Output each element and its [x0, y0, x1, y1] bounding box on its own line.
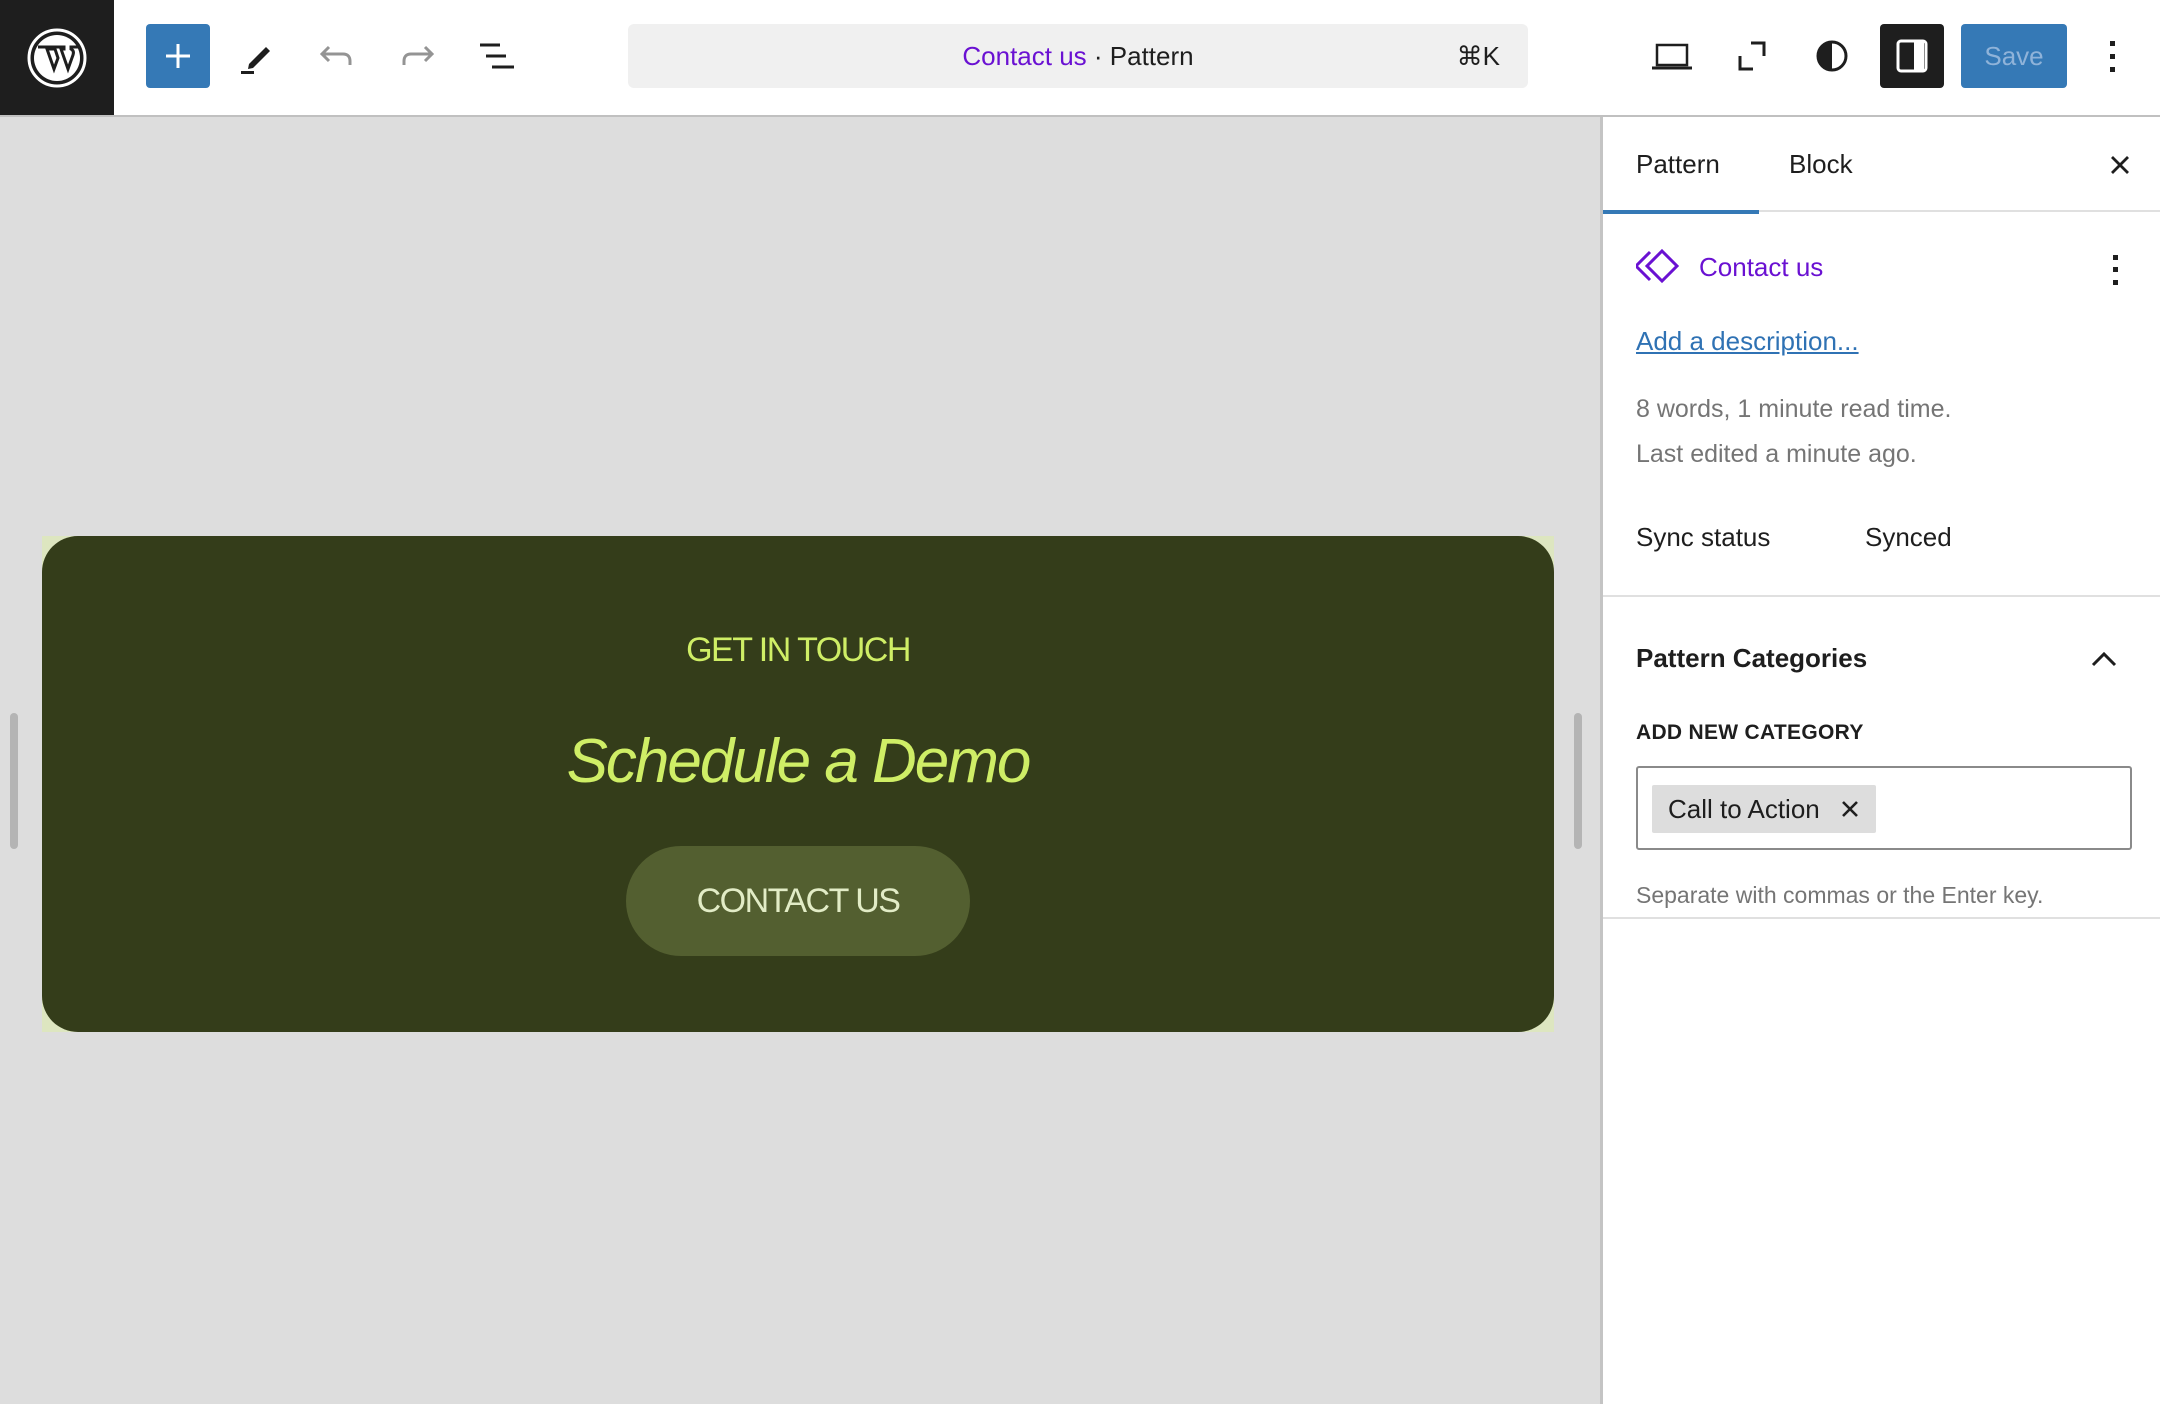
command-palette-bar[interactable]: Contact us · Pattern ⌘K: [628, 24, 1528, 88]
last-edited-text: Last edited a minute ago.: [1636, 440, 1917, 468]
close-icon: [1841, 801, 1858, 817]
remove-category-button[interactable]: [1840, 799, 1860, 819]
device-preview-button[interactable]: [1640, 24, 1704, 88]
wordpress-logo-icon: [27, 28, 87, 87]
settings-sidebar: Pattern Block Contact us Add a descripti…: [1600, 117, 2160, 1404]
category-token: Call to Action: [1652, 785, 1876, 833]
pencil-icon: [241, 47, 270, 74]
editor-canvas[interactable]: GET IN TOUCH Schedule a Demo CONTACT US: [0, 117, 1600, 1404]
plus-icon: [166, 44, 190, 68]
add-new-category-label: ADD NEW CATEGORY: [1636, 721, 1864, 744]
canvas-resize-handle-left[interactable]: [10, 713, 18, 849]
save-button[interactable]: Save: [1961, 24, 2067, 88]
chevron-up-icon: [2091, 651, 2117, 667]
sync-status-label: Sync status: [1636, 522, 1771, 552]
pattern-title: Contact us: [1699, 252, 1824, 282]
pattern-icon-wrapper: [1633, 248, 1680, 289]
list-view-icon: [480, 43, 514, 69]
more-vertical-icon: [2113, 255, 2118, 285]
redo-icon: [402, 45, 435, 65]
collapse-panel-button[interactable]: [2084, 639, 2124, 679]
pattern-headline[interactable]: Schedule a Demo: [42, 726, 1554, 797]
list-view-button[interactable]: [466, 24, 530, 88]
document-type: Pattern: [1109, 41, 1194, 71]
settings-toggle-button[interactable]: [1880, 24, 1944, 88]
undo-button[interactable]: [305, 24, 369, 88]
symbol-icon: [1633, 248, 1680, 284]
sidebar-tabs: Pattern Block: [1603, 117, 2160, 214]
title-separator: ·: [1086, 41, 1110, 71]
document-title: Contact us · Pattern: [628, 24, 1528, 88]
contact-us-button[interactable]: CONTACT US: [626, 846, 970, 956]
word-count-text: 8 words, 1 minute read time.: [1636, 395, 1952, 423]
tab-pattern[interactable]: Pattern: [1603, 117, 1759, 214]
pattern-actions-button[interactable]: [2096, 246, 2136, 294]
undo-icon: [319, 45, 352, 65]
wordpress-logo-button[interactable]: [0, 0, 114, 115]
pattern-block[interactable]: GET IN TOUCH Schedule a Demo CONTACT US: [42, 536, 1554, 1032]
pattern-categories-toggle[interactable]: Pattern Categories: [1636, 643, 1867, 674]
sidebar-icon: [1896, 39, 1928, 73]
category-help-text: Separate with commas or the Enter key.: [1636, 882, 2044, 908]
laptop-icon: [1652, 43, 1692, 70]
pattern-categories-panel: Pattern Categories ADD NEW CATEGORY Call…: [1603, 599, 2160, 919]
editor-header: Contact us · Pattern ⌘K Save: [0, 0, 2160, 117]
pattern-eyebrow-text[interactable]: GET IN TOUCH: [42, 631, 1554, 670]
document-title-name: Contact us: [962, 41, 1087, 71]
add-description-link[interactable]: Add a description...: [1636, 326, 1859, 357]
tools-button[interactable]: [225, 24, 289, 88]
block-inserter-button[interactable]: [146, 24, 210, 88]
category-token-field[interactable]: Call to Action: [1636, 766, 2132, 850]
pattern-summary-panel: Contact us Add a description... 8 words,…: [1603, 212, 2160, 597]
tab-block[interactable]: Block: [1789, 117, 1899, 212]
more-vertical-icon: [2110, 41, 2115, 72]
redo-button[interactable]: [385, 24, 449, 88]
close-icon: [2111, 156, 2129, 174]
command-shortcut: ⌘K: [1456, 41, 1500, 71]
half-circle-icon: [1816, 40, 1848, 72]
sync-status-value: Synced: [1865, 522, 1952, 552]
pattern-cover-group[interactable]: GET IN TOUCH Schedule a Demo CONTACT US: [42, 536, 1554, 1032]
options-menu-button[interactable]: [2081, 24, 2145, 88]
category-token-label: Call to Action: [1668, 793, 1820, 824]
expand-icon: [1738, 41, 1766, 71]
canvas-resize-handle-right[interactable]: [1574, 713, 1582, 849]
close-sidebar-button[interactable]: [2096, 141, 2144, 189]
styles-button[interactable]: [1800, 24, 1864, 88]
zoom-out-button[interactable]: [1720, 24, 1784, 88]
